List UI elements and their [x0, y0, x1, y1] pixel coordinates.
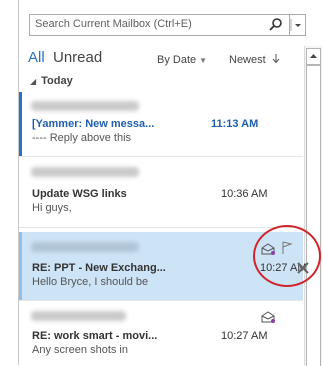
message-subject: RE: PPT - New Exchang... [32, 262, 166, 274]
search-box [29, 14, 290, 36]
flag-icon[interactable] [281, 241, 293, 260]
collapse-triangle-icon: ◢ [30, 77, 37, 86]
group-header-today[interactable]: ◢ Today [30, 75, 73, 87]
scroll-up-button[interactable] [306, 48, 321, 65]
message-preview: Hi guys, [32, 202, 72, 214]
caret-down-icon: ▼ [199, 56, 208, 65]
filter-bar: All Unread By Date ▼ Newest [19, 46, 309, 70]
message-item[interactable]: RE: PPT - New Exchang... 10:27 AM Hello … [19, 232, 309, 301]
sender-name-blurred [31, 167, 139, 177]
message-preview: Any screen shots in [32, 344, 128, 356]
delete-icon[interactable] [296, 261, 310, 280]
message-subject: [Yammer: New messa... [32, 118, 155, 130]
message-time: 11:13 AM [211, 118, 259, 130]
message-item[interactable]: [Yammer: New messa... 11:13 AM ---- Repl… [19, 92, 303, 157]
group-label: Today [41, 75, 73, 87]
message-subject: Update WSG links [32, 188, 127, 200]
sort-by-label: By Date [157, 54, 197, 66]
unread-indicator [19, 92, 22, 156]
sender-name-blurred [31, 101, 139, 111]
search-icon[interactable] [266, 16, 286, 34]
message-preview: ---- Reply above this [32, 132, 132, 144]
message-time: 10:36 AM [221, 188, 268, 200]
message-subject: RE: work smart - movi... [32, 330, 158, 342]
message-item[interactable]: Update WSG links 10:36 AM Hi guys, [19, 157, 303, 228]
sender-name-blurred [31, 311, 126, 321]
sort-order-toggle[interactable]: Newest [229, 54, 280, 66]
caret-up-icon [310, 54, 317, 58]
mark-read-unread-icon[interactable] [260, 310, 276, 328]
scroll-thumb[interactable] [306, 65, 321, 366]
sender-name-blurred [31, 242, 139, 252]
selection-indicator [19, 232, 22, 300]
mark-read-unread-icon[interactable] [260, 242, 276, 260]
message-item[interactable]: RE: work smart - movi... 10:27 AM Any sc… [19, 302, 303, 365]
chevron-down-icon [290, 19, 301, 31]
message-list-pane: All Unread By Date▼ Newest ◢ Today [18, 0, 323, 366]
sort-by-date-dropdown[interactable]: By Date ▼ [157, 54, 207, 66]
search-scope-button[interactable] [290, 14, 306, 36]
filter-unread[interactable]: Unread [53, 49, 102, 66]
vertical-scrollbar[interactable] [304, 46, 322, 366]
filter-all[interactable]: All [28, 49, 45, 66]
arrow-down-icon [272, 54, 280, 64]
search-input[interactable] [30, 15, 261, 33]
message-list: [Yammer: New messa... 11:13 AM ---- Repl… [19, 92, 309, 365]
message-time: 10:27 AM [221, 330, 268, 342]
message-preview: Hello Bryce, I should be [32, 276, 149, 288]
sort-order-label: Newest [229, 54, 266, 66]
